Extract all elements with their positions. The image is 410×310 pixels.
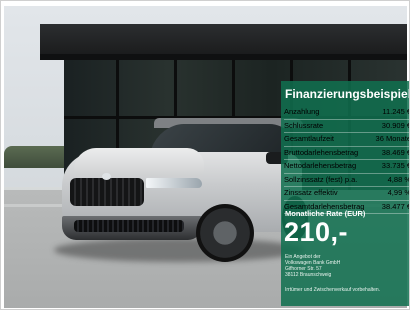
row-label: Schlussrate xyxy=(284,120,324,130)
row-value: 4,99 % xyxy=(387,188,410,197)
provider-info: Ein Angebot der Volkswagen Bank GmbH Gif… xyxy=(285,254,340,278)
financing-row: Schlussrate 30.909 € xyxy=(284,120,410,133)
building-roof xyxy=(40,24,407,56)
car-badge-icon xyxy=(102,173,111,180)
disclaimer: Irrtümer und Zwischenverkauf vorbehalten… xyxy=(285,287,381,293)
financing-row: Anzahlung 11.245 € xyxy=(284,106,410,120)
row-value: 38.477 € xyxy=(381,201,410,211)
row-value: 4,88 % xyxy=(387,174,410,184)
row-value: 30.909 € xyxy=(381,120,410,130)
car-front-wheel xyxy=(196,204,254,262)
financing-row: Sollzinssatz (fest) p.a. 4,88 % xyxy=(284,174,410,187)
row-label: Gesamtlaufzeit xyxy=(284,134,335,143)
row-value: 33.735 € xyxy=(381,161,410,170)
row-value: 11.245 € xyxy=(382,107,410,116)
financing-title: Finanzierungsbeispiel xyxy=(285,87,410,101)
car-lower-grille xyxy=(74,220,184,232)
row-label: Zinssatz effektiv xyxy=(284,188,338,197)
car-hood xyxy=(74,148,204,176)
row-label: Bruttodarlehensbetrag xyxy=(284,147,359,157)
row-value: 36 Monate xyxy=(375,134,410,143)
car-headlight xyxy=(146,178,202,188)
row-label: Anzahlung xyxy=(284,107,320,116)
financing-row: Nettodarlehensbetrag 33.735 € xyxy=(284,160,410,174)
row-label: Nettodarlehensbetrag xyxy=(284,161,357,170)
row-label: Sollzinssatz (fest) p.a. xyxy=(284,174,358,184)
car-grille xyxy=(70,178,144,206)
financing-row: Zinssatz effektiv 4,99 % xyxy=(284,187,410,201)
row-value: 38.469 € xyxy=(381,147,410,157)
financing-row: Bruttodarlehensbetrag 38.469 € xyxy=(284,147,410,160)
ad-frame: Finanzierungsbeispiel Anzahlung 11.245 €… xyxy=(0,0,410,310)
car-shadow xyxy=(54,238,304,262)
financing-row: Gesamtlaufzeit 36 Monate xyxy=(284,133,410,147)
provider-line: 38112 Braunschweig xyxy=(285,272,332,278)
monthly-rate-value: 210,- xyxy=(284,217,349,247)
financing-table: Anzahlung 11.245 € Schlussrate 30.909 € … xyxy=(284,106,410,214)
